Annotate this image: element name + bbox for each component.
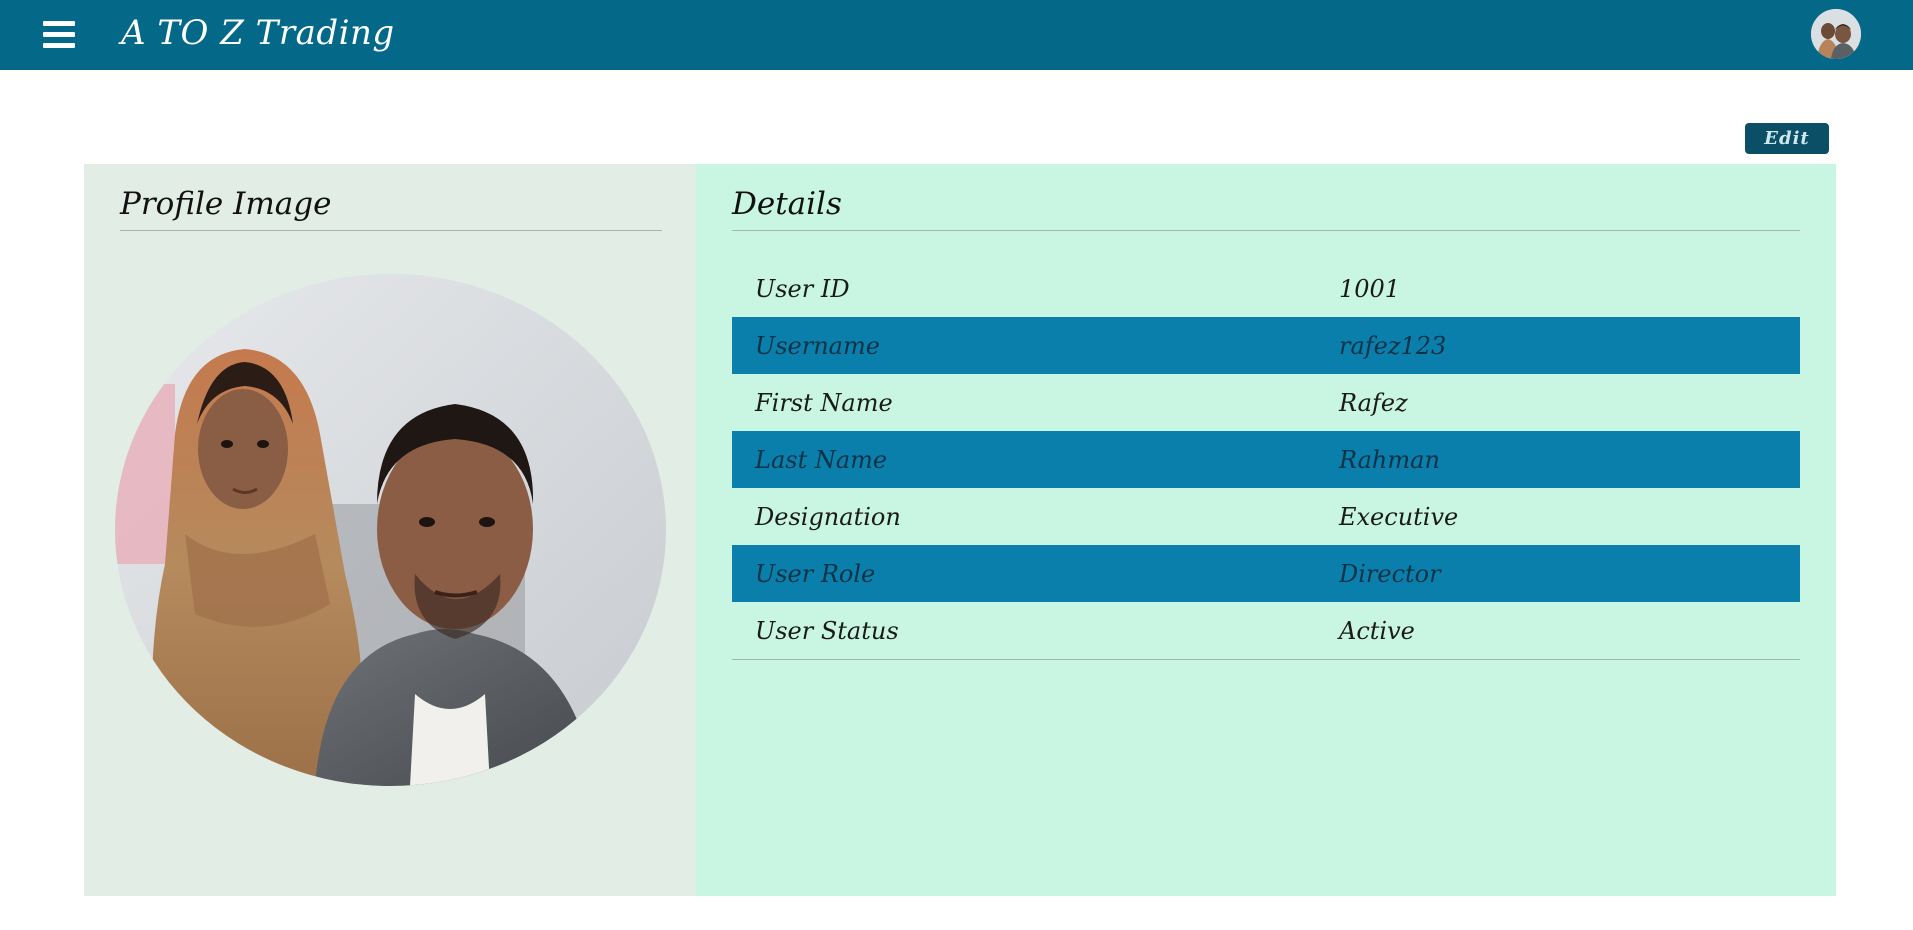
detail-value: Rafez — [1339, 388, 1408, 417]
detail-value: Director — [1339, 559, 1441, 588]
details-heading: Details — [732, 186, 842, 222]
detail-value: Executive — [1339, 502, 1459, 531]
detail-label: First Name — [755, 388, 893, 417]
detail-row-user-status: User Status Active — [732, 602, 1800, 660]
detail-row-first-name: First Name Rafez — [732, 374, 1800, 431]
detail-row-user-role: User Role Director — [732, 545, 1800, 602]
detail-row-designation: Designation Executive — [732, 488, 1800, 545]
detail-label: Username — [755, 331, 880, 360]
detail-value: Active — [1339, 616, 1415, 645]
profile-photo — [115, 274, 666, 786]
detail-label: User Status — [755, 616, 899, 645]
detail-row-user-id: User ID 1001 — [732, 260, 1800, 317]
detail-label: Last Name — [755, 445, 888, 474]
detail-label: User Role — [755, 559, 876, 588]
profile-photo-image — [115, 274, 666, 786]
hamburger-menu-icon[interactable] — [43, 21, 75, 49]
profile-divider — [120, 230, 662, 231]
detail-row-username: Username rafez123 — [732, 317, 1800, 374]
edit-button[interactable]: Edit — [1745, 123, 1829, 154]
avatar-photo-icon — [1811, 9, 1861, 59]
detail-value: rafez123 — [1339, 331, 1447, 360]
profile-image-panel: Profile Image — [84, 164, 696, 896]
detail-label: Designation — [755, 502, 901, 531]
detail-value: 1001 — [1339, 274, 1401, 303]
detail-label: User ID — [755, 274, 850, 303]
details-table: User ID 1001 Username rafez123 First Nam… — [732, 260, 1800, 660]
details-divider — [732, 230, 1800, 231]
user-avatar[interactable] — [1811, 9, 1861, 59]
details-panel: Details User ID 1001 Username rafez123 F… — [696, 164, 1836, 896]
profile-image-heading: Profile Image — [120, 186, 332, 222]
detail-row-last-name: Last Name Rahman — [732, 431, 1800, 488]
app-brand-title[interactable]: A TO Z Trading — [121, 13, 395, 53]
top-navbar: A TO Z Trading — [0, 0, 1913, 70]
detail-value: Rahman — [1339, 445, 1440, 474]
